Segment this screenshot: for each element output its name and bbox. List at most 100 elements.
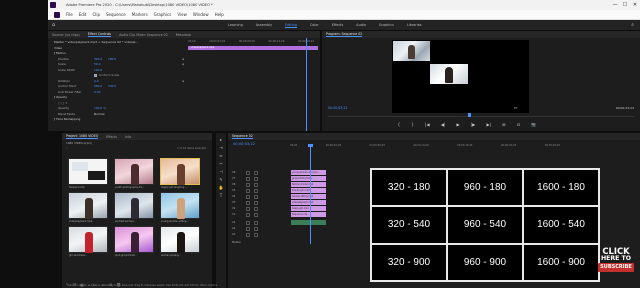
export-frame-icon[interactable]: 📷 [531, 122, 536, 127]
menu-view[interactable]: View [177, 12, 187, 17]
workspace-graphics[interactable]: Graphics [379, 23, 394, 27]
project-item-selected[interactable]: happy-girl-laughing... [160, 158, 200, 189]
timeline-clip[interactable]: happy-girl.mp4 [291, 206, 326, 211]
lock-icon[interactable] [246, 206, 250, 211]
track-v5[interactable]: V5 [232, 188, 288, 194]
position-x-value[interactable]: 320.0 [94, 57, 108, 61]
project-item[interactable]: pink-girl-portrait... [114, 226, 154, 257]
subscribe-badge[interactable]: CLICK HERE TO SUBSCRIBE [596, 247, 636, 283]
play-icon[interactable]: ▶ [457, 122, 460, 127]
program-scrubber[interactable] [328, 113, 634, 117]
project-item[interactable]: portrait-woman... [114, 192, 154, 223]
lock-icon[interactable] [246, 188, 250, 193]
eye-icon[interactable] [254, 194, 258, 199]
menu-markers[interactable]: Markers [132, 12, 148, 17]
mute-icon[interactable] [246, 226, 250, 231]
tab-project[interactable]: Project: 1080 VIDEO [66, 134, 99, 139]
step-back-icon[interactable]: ◀| [441, 122, 445, 127]
project-item[interactable]: videoplayback.mp4 [68, 192, 108, 223]
track-v8[interactable]: V8 [232, 170, 288, 176]
track-a1[interactable]: A1 [232, 220, 288, 226]
timeline-clip[interactable]: beauty-girl.mp4 [291, 188, 326, 193]
eye-icon[interactable] [254, 212, 258, 217]
opacity-value[interactable]: 100.0 % [94, 106, 108, 110]
workspace-effects[interactable]: Effects [332, 23, 344, 27]
tab-metadata[interactable]: Metadata [176, 33, 191, 37]
tab-source[interactable]: Source: (no clips) [52, 33, 80, 37]
keyframe-icon[interactable]: ◆ [182, 57, 184, 61]
go-to-out-icon[interactable]: ▶| [487, 122, 491, 127]
solo-icon[interactable] [254, 226, 258, 231]
menu-file[interactable]: File [66, 12, 73, 17]
type-tool-icon[interactable]: T [220, 193, 222, 198]
scale-value[interactable]: 50.0 [94, 62, 108, 66]
timeline-clip[interactable]: Sequence clip [291, 212, 326, 217]
lock-icon[interactable] [246, 212, 250, 217]
menu-edit[interactable]: Edit [79, 12, 87, 17]
track-v7[interactable]: V7 [232, 176, 288, 182]
razor-tool-icon[interactable]: ✂ [219, 161, 222, 166]
audio-clip[interactable] [291, 220, 326, 225]
maximize-button[interactable]: ☐ [620, 0, 630, 10]
project-item[interactable]: young-woman-sitting... [160, 192, 200, 223]
track-a2[interactable]: A2 [232, 226, 288, 232]
program-viewer[interactable] [392, 40, 529, 113]
ripple-edit-tool-icon[interactable]: ⇔ [219, 153, 222, 158]
menu-window[interactable]: Window [193, 12, 209, 17]
home-icon[interactable]: ⌂ [52, 22, 58, 28]
position-y-value[interactable]: 180.0 [108, 57, 122, 61]
anchor-y-value[interactable]: 540.0 [108, 84, 122, 88]
scale-width-value[interactable]: 100.0 [94, 68, 108, 72]
tab-effects[interactable]: Effects [106, 135, 117, 139]
track-v4[interactable]: V4 [232, 194, 288, 200]
selection-tool-icon[interactable]: ▸ [220, 137, 222, 142]
search-icon[interactable]: ⌕ [631, 22, 634, 28]
fx-section-time-remap[interactable]: ƒ Time Remapping [48, 117, 320, 123]
eye-icon[interactable] [254, 170, 258, 175]
project-search[interactable]: ⌕ 1 of 10 items selected [62, 146, 212, 151]
track-v1[interactable]: V1 [232, 212, 288, 218]
rotation-value[interactable]: 0.0 [94, 79, 108, 83]
go-to-in-icon[interactable]: |◀ [425, 122, 429, 127]
workspace-assembly[interactable]: Assembly [256, 23, 272, 27]
mute-icon[interactable] [246, 232, 250, 237]
pen-tool-icon[interactable]: ✎ [219, 177, 222, 182]
extract-icon[interactable]: ⊡ [517, 122, 520, 127]
track-v2[interactable]: V2 [232, 206, 288, 212]
lock-icon[interactable] [246, 170, 250, 175]
antiflicker-value[interactable]: 0.00 [94, 90, 108, 94]
close-button[interactable]: ✕ [630, 0, 640, 10]
anchor-x-value[interactable]: 960.0 [94, 84, 108, 88]
lock-icon[interactable] [246, 176, 250, 181]
blend-mode-select[interactable]: Normal [94, 112, 104, 116]
lock-icon[interactable] [246, 194, 250, 199]
solo-icon[interactable] [254, 232, 258, 237]
tab-info[interactable]: Info [125, 135, 131, 139]
tab-program[interactable]: Program: Sequence 02 [326, 32, 363, 37]
project-item[interactable]: girl-red-dress... [68, 226, 108, 257]
slip-tool-icon[interactable]: ⊣ [219, 169, 222, 174]
menu-clip[interactable]: Clip [92, 12, 100, 17]
eye-icon[interactable] [254, 176, 258, 181]
timeline-ruler[interactable]: 00;00 00;00;04;29 00;00;09;29 00;00;14;2… [290, 144, 560, 150]
step-forward-icon[interactable]: |▶ [471, 122, 475, 127]
program-timecode[interactable]: 00;00;03;22 [328, 106, 347, 110]
eye-icon[interactable] [254, 200, 258, 205]
mark-out-icon[interactable]: } [411, 122, 414, 127]
timeline-clip[interactable]: woman-sitting.mp4 [291, 194, 326, 199]
pen-mask-icon[interactable]: ✎ [65, 101, 67, 105]
keyframe-icon[interactable]: ◆ [182, 62, 184, 66]
effect-controls-ruler[interactable]: 00;00 00;00;04;29 00;00;09;29 00;00;14;2… [188, 38, 314, 45]
workspace-audio[interactable]: Audio [356, 23, 366, 27]
program-playhead[interactable] [468, 113, 471, 117]
workspace-learning[interactable]: Learning [228, 23, 243, 27]
minimize-button[interactable]: — [610, 0, 620, 10]
timeline-clip[interactable]: fashion-model.mp4 [291, 182, 326, 187]
lift-icon[interactable]: ⊞ [502, 122, 505, 127]
solo-icon[interactable] [254, 220, 258, 225]
track-master[interactable]: Master [232, 240, 288, 246]
menu-graphics[interactable]: Graphics [154, 12, 172, 17]
track-v3[interactable]: V3 [232, 200, 288, 206]
tab-sequence[interactable]: Sequence 02 [232, 134, 253, 139]
project-item[interactable]: woman-posing... [160, 226, 200, 257]
